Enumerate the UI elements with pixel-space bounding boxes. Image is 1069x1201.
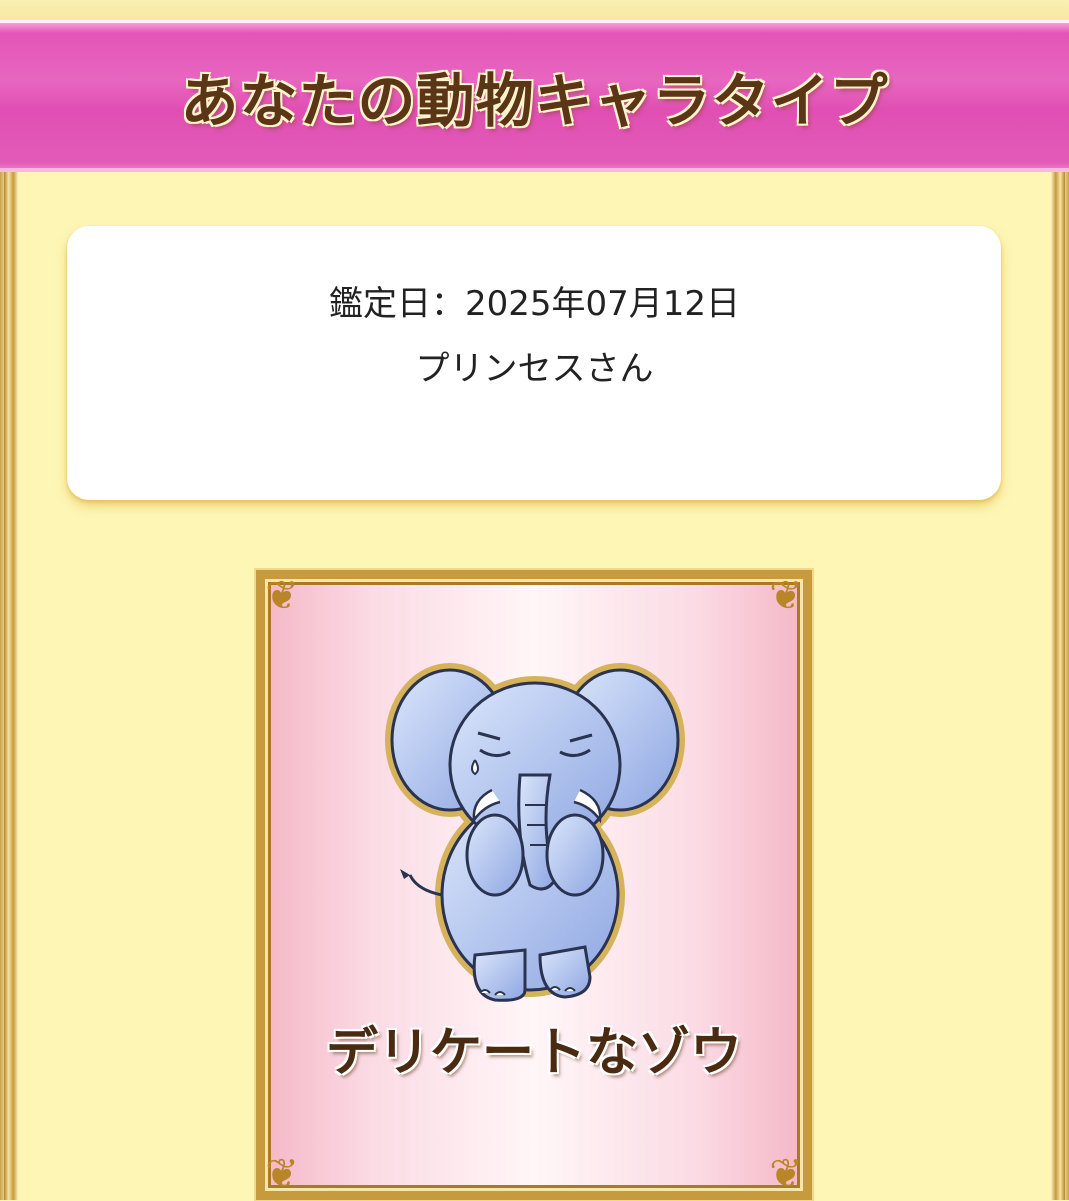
user-name: プリンセスさん [415, 349, 654, 389]
page-title: あなたの動物キャラタイプ [180, 67, 889, 135]
top-strip [0, 0, 1069, 20]
ornament-corner-icon: ❦ [769, 573, 803, 619]
left-gold-border [4, 172, 18, 1200]
ornament-corner-icon: ❦ [769, 1151, 803, 1197]
character-name: デリケートなゾウ [325, 1022, 742, 1083]
ornament-corner-icon: ❦ [265, 573, 299, 619]
ornament-corner-icon: ❦ [265, 1151, 299, 1197]
right-gold-border [1051, 172, 1065, 1200]
elephant-icon [385, 663, 685, 1002]
diagnosis-date: 鑑定日：2025年07月12日 [328, 284, 741, 324]
